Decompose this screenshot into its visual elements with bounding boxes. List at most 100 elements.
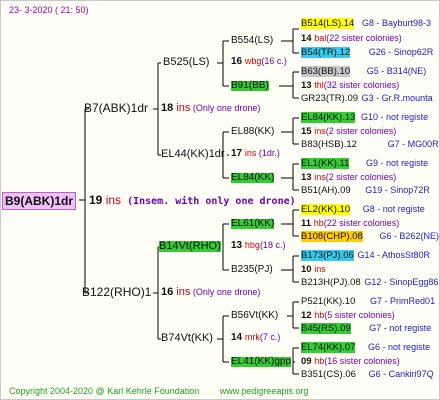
- ancestor-row: B351(CS).06 G6 - Cankiri97Q: [301, 370, 434, 380]
- mating-b74vtkk: 14 mrk(7 c.): [231, 333, 280, 343]
- mating-row: 15 ins(2 sister colonies): [301, 127, 396, 137]
- ancestor-row: B54(TR).12 G26 - Sinop62R: [301, 47, 434, 58]
- ancestor-code: G7 - PrimRed01: [370, 296, 436, 306]
- drone-count: 16: [161, 286, 174, 298]
- ancestor-code: G7 - not registe: [369, 323, 432, 333]
- insem-label: ins: [314, 264, 326, 274]
- mating-row: 14 bal(22 sister colonies): [301, 34, 402, 44]
- drone-count: 16: [231, 56, 243, 67]
- mating-note: (22 sister colonies): [323, 218, 400, 228]
- queen-b14vtrho: B14Vt(RHO): [159, 240, 221, 252]
- insem-label: mrk: [244, 332, 260, 342]
- insem-label: hb: [314, 310, 325, 320]
- mating-note: (22 sister colonies): [326, 33, 402, 43]
- insem-label: hb: [313, 218, 324, 228]
- queen-el41kkgpp: EL41(KK)gpp: [231, 356, 292, 367]
- ancestor-code: G8 - not registe: [362, 204, 425, 214]
- root-mating-info: 19 ins (Insem. with only one drone): [89, 194, 296, 207]
- drone-count: 15: [301, 126, 312, 137]
- ancestor-row: B83(HSB).12 G7 - MG00R: [301, 140, 439, 150]
- mating-b7abk: 18 ins (Only one drone): [161, 103, 260, 114]
- copyright-text: Copyright 2004-2020 @ Karl Kehrle Founda…: [9, 386, 200, 396]
- root-insem-label: ins: [105, 193, 122, 207]
- ancestor-name: B63(BB).10: [301, 66, 351, 77]
- mating-note: (Only one drone): [190, 103, 261, 113]
- root-note: (Insem. with only one drone): [121, 196, 296, 207]
- drone-count: 14: [231, 332, 243, 343]
- drone-count: 18: [161, 102, 174, 114]
- insem-label: thl: [314, 80, 324, 90]
- ancestor-code: G6 - not registe: [368, 342, 431, 352]
- drone-count: 12: [301, 310, 312, 321]
- mating-row: 10 ins: [301, 265, 326, 275]
- mating-b122rho: 16 ins (Only one drone): [161, 287, 260, 298]
- drone-count: 13: [301, 172, 312, 183]
- footer: Copyright 2004-2020 @ Karl Kehrle Founda…: [9, 387, 308, 396]
- queen-el61kk: EL61(KK): [231, 218, 275, 229]
- drone-count: 17: [231, 148, 243, 159]
- ancestor-row: B45(RS).09 G7 - not registe: [301, 323, 432, 334]
- ancestor-code: G6 - Cankiri97Q: [368, 369, 434, 379]
- drone-count: 13: [301, 80, 312, 91]
- mating-note: (32 sister colonies): [323, 80, 400, 90]
- ancestor-name: EL2(KK).10: [301, 204, 351, 215]
- ancestor-code: G14 - AthosSt80R: [357, 250, 430, 260]
- queen-b56vtkk: B56Vt(KK): [231, 310, 279, 321]
- mating-note: (Only one drone): [190, 287, 261, 297]
- insem-label: ins: [176, 286, 191, 298]
- queen-b235pj: B235(PJ): [231, 264, 273, 275]
- ancestor-code: G8 - Bayburt98-3: [361, 18, 432, 28]
- mating-note: (16 c.): [261, 56, 287, 66]
- ancestor-name: P521(KK).10: [301, 296, 356, 307]
- ancestor-code: G5 - B314(NE): [366, 66, 427, 76]
- ancestor-row: EL2(KK).10 G8 - not registe: [301, 204, 425, 215]
- mating-el44kk: 17 ins (1dr.): [231, 149, 280, 159]
- date-stamp: 23- 3-2020 ( 21: 50): [9, 5, 89, 15]
- insem-label: ins: [314, 172, 326, 182]
- ancestor-code: G10 - not registe: [361, 112, 429, 122]
- ancestor-name: B83(HSB).12: [301, 139, 357, 150]
- ancestor-code: G19 - Sinop72R: [365, 185, 430, 195]
- ancestor-row: EL74(KK).07 G6 - not registe: [301, 342, 431, 353]
- ancestor-name: EL74(KK).07: [301, 342, 356, 353]
- ancestor-name: B173(PJ).06: [301, 250, 354, 261]
- queen-el84kk: EL84(KK): [231, 172, 275, 183]
- ancestor-row: GR23(TR).09 G3 - Gr.R.mounta: [301, 94, 433, 104]
- ancestor-name: B51(AH).09: [301, 185, 351, 196]
- footer-url[interactable]: www.pedigreeapis.org: [220, 386, 309, 396]
- ancestor-row: B213H(PJ).08 G12 - SinopEgg86R: [301, 277, 439, 288]
- insem-label: bal: [314, 33, 327, 43]
- ancestor-name: B54(TR).12: [301, 47, 351, 58]
- pedigree-chart: 23- 3-2020 ( 21: 50) B9(ABK)1dr 19 ins (…: [0, 0, 440, 400]
- queen-b91bb: B91(BB): [231, 80, 269, 91]
- ancestor-name: EL84(KK).13: [301, 112, 356, 123]
- ancestor-row: B173(PJ).06 G14 - AthosSt80R: [301, 250, 430, 261]
- ancestor-row: B63(BB).10 G5 - B314(NE): [301, 66, 427, 77]
- drone-count: 09: [301, 356, 312, 367]
- drone-count: 13: [231, 240, 243, 251]
- insem-label: hbg: [244, 240, 260, 250]
- mating-b14vtrho: 13 hbg(18 c.): [231, 241, 285, 251]
- mating-row: 09 hb(16 sister colonies): [301, 357, 400, 367]
- insem-label: ins: [176, 102, 191, 114]
- ancestor-code: G3 - Gr.R.mounta: [361, 93, 433, 103]
- queen-el44kk: EL44(KK)1dr: [161, 148, 225, 160]
- mating-note: (16 sister colonies): [324, 356, 400, 366]
- mating-row: 12 hb(5 sister colonies): [301, 311, 395, 321]
- drone-count: 11: [301, 218, 312, 229]
- mating-b525ls: 16 wbg(16 c.): [231, 57, 287, 67]
- ancestor-code: G6 - B262(NE): [379, 231, 439, 241]
- queen-b554ls: B554(LS): [231, 35, 274, 46]
- ancestor-name: EL1(KK).11: [301, 158, 350, 169]
- mating-row: 13 thl(32 sister colonies): [301, 81, 399, 91]
- mating-note: (2 sister colonies): [325, 172, 397, 182]
- ancestor-code: G26 - Sinop62R: [368, 47, 434, 57]
- insem-label: ins: [314, 126, 326, 136]
- mating-note: (7 c.): [259, 332, 281, 342]
- queen-el88kk: EL88(KK): [231, 126, 275, 137]
- ancestor-name: B213H(PJ).08: [301, 277, 361, 288]
- ancestor-row: EL84(KK).13 G10 - not registe: [301, 112, 429, 123]
- mating-row: 11 hb(22 sister colonies): [301, 219, 399, 229]
- queen-b122rho: B122(RHO)1: [82, 285, 152, 299]
- insem-label: wbg: [244, 56, 262, 66]
